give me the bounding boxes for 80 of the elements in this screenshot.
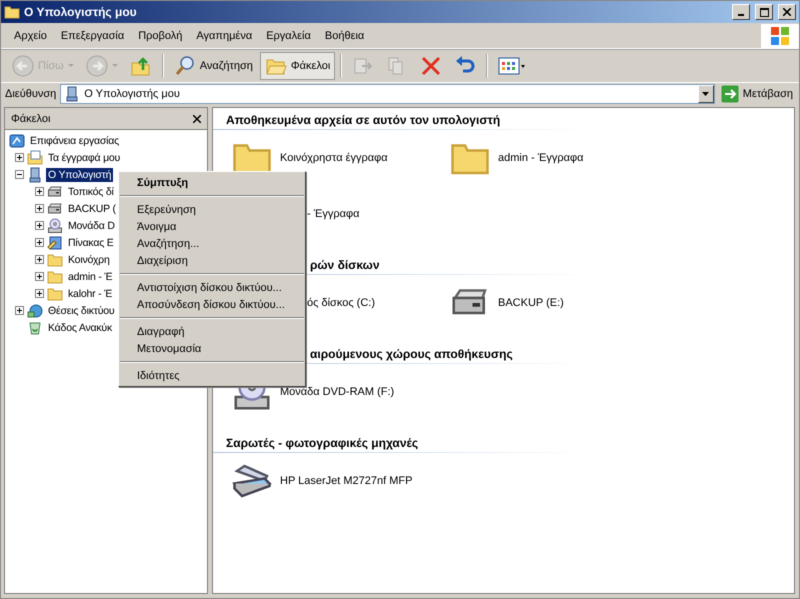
caret-icon <box>702 92 710 96</box>
context-menu-item[interactable]: Άνοιγμα <box>119 218 305 235</box>
context-menu-item[interactable]: Αποσύνδεση δίσκου δικτύου... <box>119 296 305 313</box>
context-menu-item[interactable]: Αναζήτηση... <box>119 235 305 252</box>
address-label: Διεύθυνση <box>5 88 56 100</box>
go-button[interactable]: Μετάβαση <box>718 85 795 103</box>
folders-button[interactable]: Φάκελοι <box>260 52 336 80</box>
tree-item[interactable]: Τα έγγραφά μου <box>46 150 122 164</box>
item-label[interactable]: ός δίσκος (C:) <box>307 297 375 309</box>
control-panel-icon <box>47 234 63 250</box>
search-button[interactable]: Αναζήτηση <box>168 52 258 80</box>
folder-icon <box>47 286 63 302</box>
menu-item[interactable]: Αγαπημένα <box>189 30 260 42</box>
tree-item[interactable]: Θέσεις δικτύου <box>46 304 116 318</box>
expand-icon[interactable] <box>35 255 44 264</box>
item-label[interactable]: admin - Έγγραφα <box>498 152 584 164</box>
maximize-icon <box>760 8 768 16</box>
folder-icon <box>47 252 63 268</box>
tree-item[interactable]: BACKUP ( <box>66 202 118 216</box>
item-label[interactable]: Κοινόχρηστα έγγραφα <box>280 152 388 164</box>
menu-item[interactable]: Εργαλεία <box>259 30 318 42</box>
pane-title: Φάκελοι <box>11 112 50 124</box>
dropdown-button[interactable] <box>698 85 714 103</box>
context-menu-item[interactable]: Διαγραφή <box>119 323 305 340</box>
section-header: Σαρωτές - φωτογραφικές μηχανές <box>213 433 593 453</box>
documents-icon <box>27 150 43 166</box>
item-label[interactable]: HP LaserJet M2727nf MFP <box>280 475 412 487</box>
close-button[interactable] <box>778 4 796 20</box>
tree-item[interactable]: Κάδος Ανακύκ <box>46 320 114 334</box>
section-header: Αποθηκευμένα αρχεία σε αυτόν τον υπολογιστή <box>213 110 593 130</box>
minimize-button[interactable] <box>732 4 750 20</box>
expand-icon[interactable] <box>35 221 44 230</box>
expand-icon[interactable] <box>35 289 44 298</box>
menu-item[interactable]: Προβολή <box>131 30 190 42</box>
menu-item[interactable]: Αρχείο <box>7 30 54 42</box>
tree-item[interactable]: kalohr - Έ <box>66 286 114 300</box>
recycle-bin-icon <box>27 320 43 336</box>
caret-icon <box>112 64 118 68</box>
tree-item[interactable]: Μονάδα D <box>66 218 117 232</box>
expand-icon[interactable] <box>35 204 44 213</box>
tree-item[interactable]: admin - Έ <box>66 270 114 284</box>
caret-icon <box>68 64 74 68</box>
close-icon[interactable] <box>193 114 201 122</box>
collapse-icon[interactable] <box>15 170 24 179</box>
computer-icon <box>27 166 43 182</box>
tree-item[interactable]: Τοπικός δί <box>66 184 116 198</box>
delete-icon <box>420 55 442 77</box>
item-label[interactable]: - Έγγραφα <box>307 208 360 220</box>
computer-icon <box>64 86 80 102</box>
network-icon <box>27 302 43 318</box>
folder-icon <box>4 4 20 20</box>
desktop-icon <box>9 132 25 148</box>
hard-drive-icon <box>47 184 63 200</box>
window-title: Ο Υπολογιστής μου <box>24 5 138 19</box>
expand-icon[interactable] <box>35 238 44 247</box>
tree-item[interactable]: Ο Υπολογιστή <box>46 168 114 182</box>
close-icon <box>783 8 791 16</box>
hard-drive-icon <box>47 200 63 216</box>
context-menu-item[interactable]: Εξερεύνηση <box>119 201 305 218</box>
maximize-button[interactable] <box>755 4 773 20</box>
expand-icon[interactable] <box>15 306 24 315</box>
folder-up-icon <box>130 55 152 77</box>
context-menu-item[interactable]: Ιδιότητες <box>119 367 305 384</box>
expand-icon[interactable] <box>15 153 24 162</box>
menu-item[interactable]: Επεξεργασία <box>54 30 132 42</box>
folder-icon <box>47 268 63 284</box>
expand-icon[interactable] <box>35 272 44 281</box>
tree-item[interactable]: Κοινόχρη <box>66 252 112 266</box>
tree-item[interactable]: Επιφάνεια εργασίας <box>28 134 122 148</box>
address-field[interactable]: Ο Υπολογιστής μου <box>60 84 715 104</box>
menu-item[interactable]: Βοήθεια <box>318 30 372 42</box>
context-menu-item[interactable]: Αντιστοίχιση δίσκου δικτύου... <box>119 279 305 296</box>
views-icon <box>498 55 526 77</box>
item-label[interactable]: Μονάδα DVD-RAM (F:) <box>280 386 394 398</box>
tree-item[interactable]: Πίνακας Ε <box>66 236 116 250</box>
context-menu-item[interactable]: Σύμπτυξη <box>119 174 305 191</box>
optical-drive-icon <box>47 218 63 234</box>
item-label[interactable]: BACKUP (E:) <box>498 297 564 309</box>
expand-icon[interactable] <box>35 187 44 196</box>
search-icon <box>174 55 196 77</box>
